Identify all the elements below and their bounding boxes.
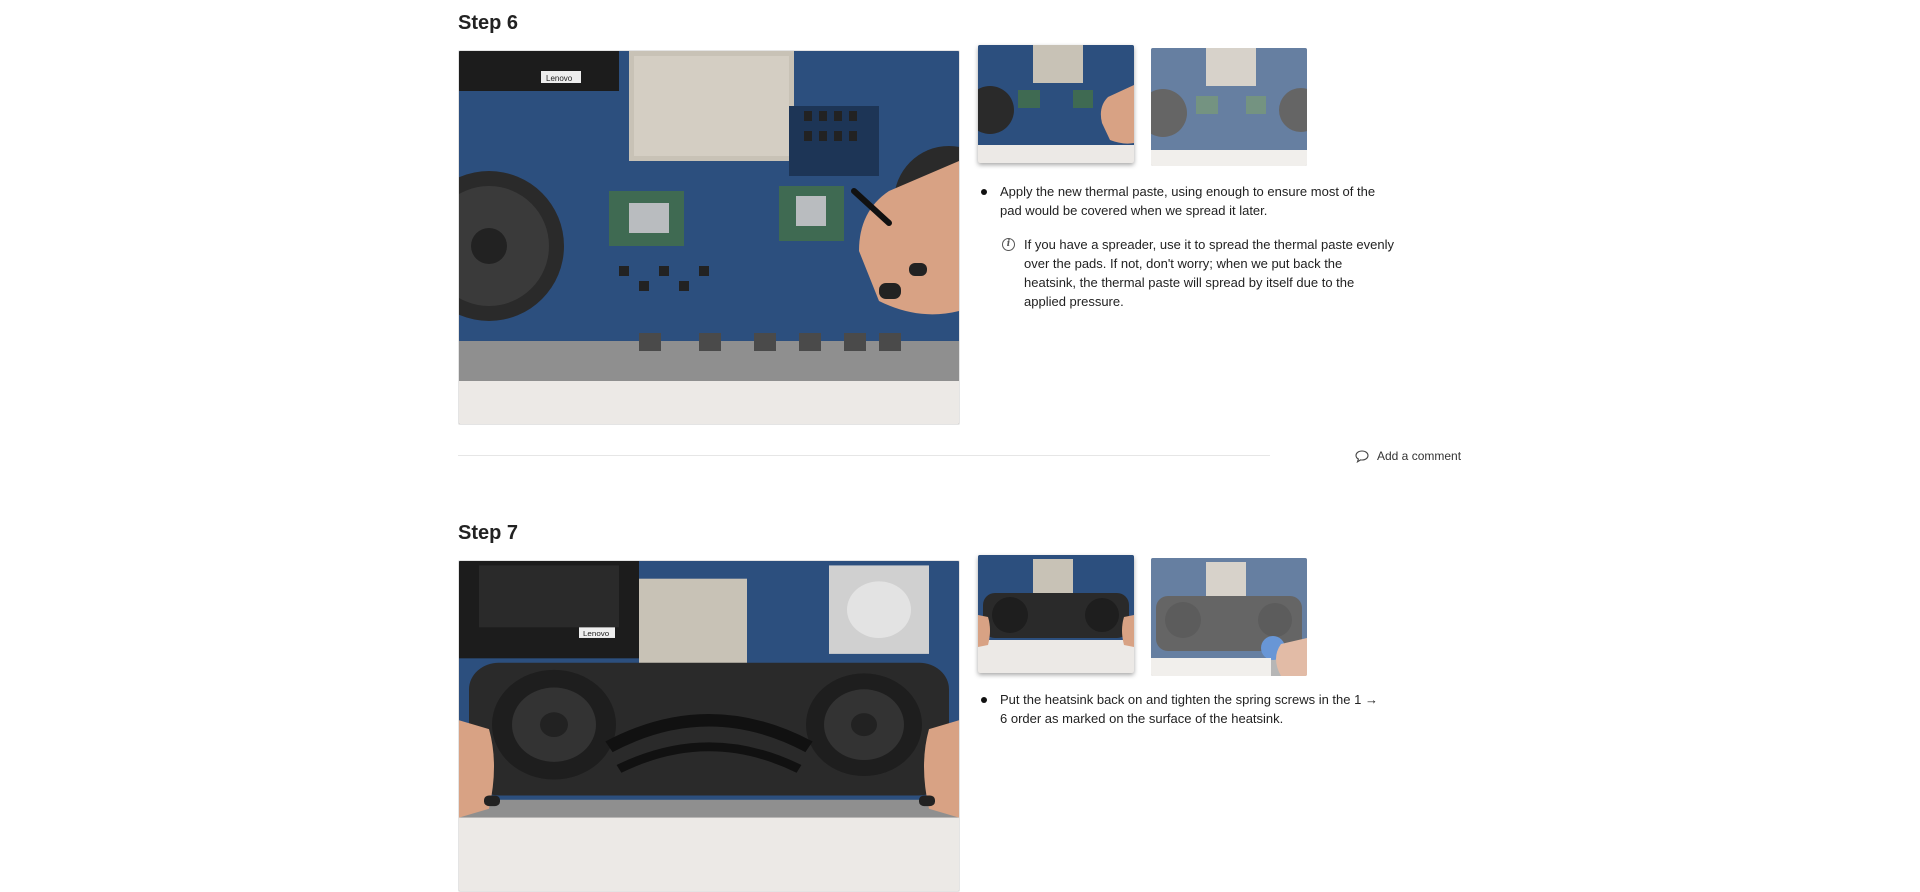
info-icon: i	[1002, 238, 1015, 251]
heatsink-photo: Lenovo	[459, 561, 959, 891]
thumbnail-photo	[1151, 558, 1307, 676]
bullet-text: Put the heatsink back on and tighten the…	[1000, 692, 1378, 726]
bullet-dot	[981, 697, 987, 703]
step-thumbnail-2[interactable]	[1151, 558, 1307, 676]
motherboard-photo: Lenovo	[459, 51, 959, 424]
step-divider	[458, 455, 1270, 456]
step-title: Step 6	[458, 12, 519, 34]
info-note: i If you have a spreader, use it to spre…	[978, 235, 1394, 311]
step-thumbnail-2[interactable]	[1151, 48, 1307, 166]
add-comment-label: Add a comment	[1377, 449, 1462, 463]
step-7: Step 7 Lenovo Put the heatsink back on a…	[458, 522, 1468, 892]
thumbnail-photo	[978, 45, 1134, 163]
step-title: Step 7	[458, 522, 519, 544]
comment-icon	[1355, 449, 1369, 463]
bullet-item: Apply the new thermal paste, using enoug…	[978, 182, 1378, 220]
step-6: Step 6 Lenovo Apply the new thermal past…	[458, 12, 1468, 432]
step-main-image[interactable]: Lenovo	[458, 560, 960, 892]
brand-label: Lenovo	[546, 74, 573, 83]
bullet-item: Put the heatsink back on and tighten the…	[978, 690, 1378, 728]
add-comment-button[interactable]: Add a comment	[1355, 449, 1461, 463]
thumbnail-photo	[1151, 48, 1307, 166]
step-thumbnail-1[interactable]	[978, 555, 1134, 673]
note-text: If you have a spreader, use it to spread…	[1024, 237, 1394, 309]
bullet-dot	[981, 189, 987, 195]
step-bullets: Apply the new thermal paste, using enoug…	[978, 182, 1394, 311]
bullet-text: Apply the new thermal paste, using enoug…	[1000, 184, 1376, 218]
step-thumbnail-1[interactable]	[978, 45, 1134, 163]
thumbnail-photo	[978, 555, 1134, 673]
brand-label: Lenovo	[583, 630, 609, 638]
step-main-image[interactable]: Lenovo	[458, 50, 960, 425]
step-bullets: Put the heatsink back on and tighten the…	[978, 690, 1378, 728]
